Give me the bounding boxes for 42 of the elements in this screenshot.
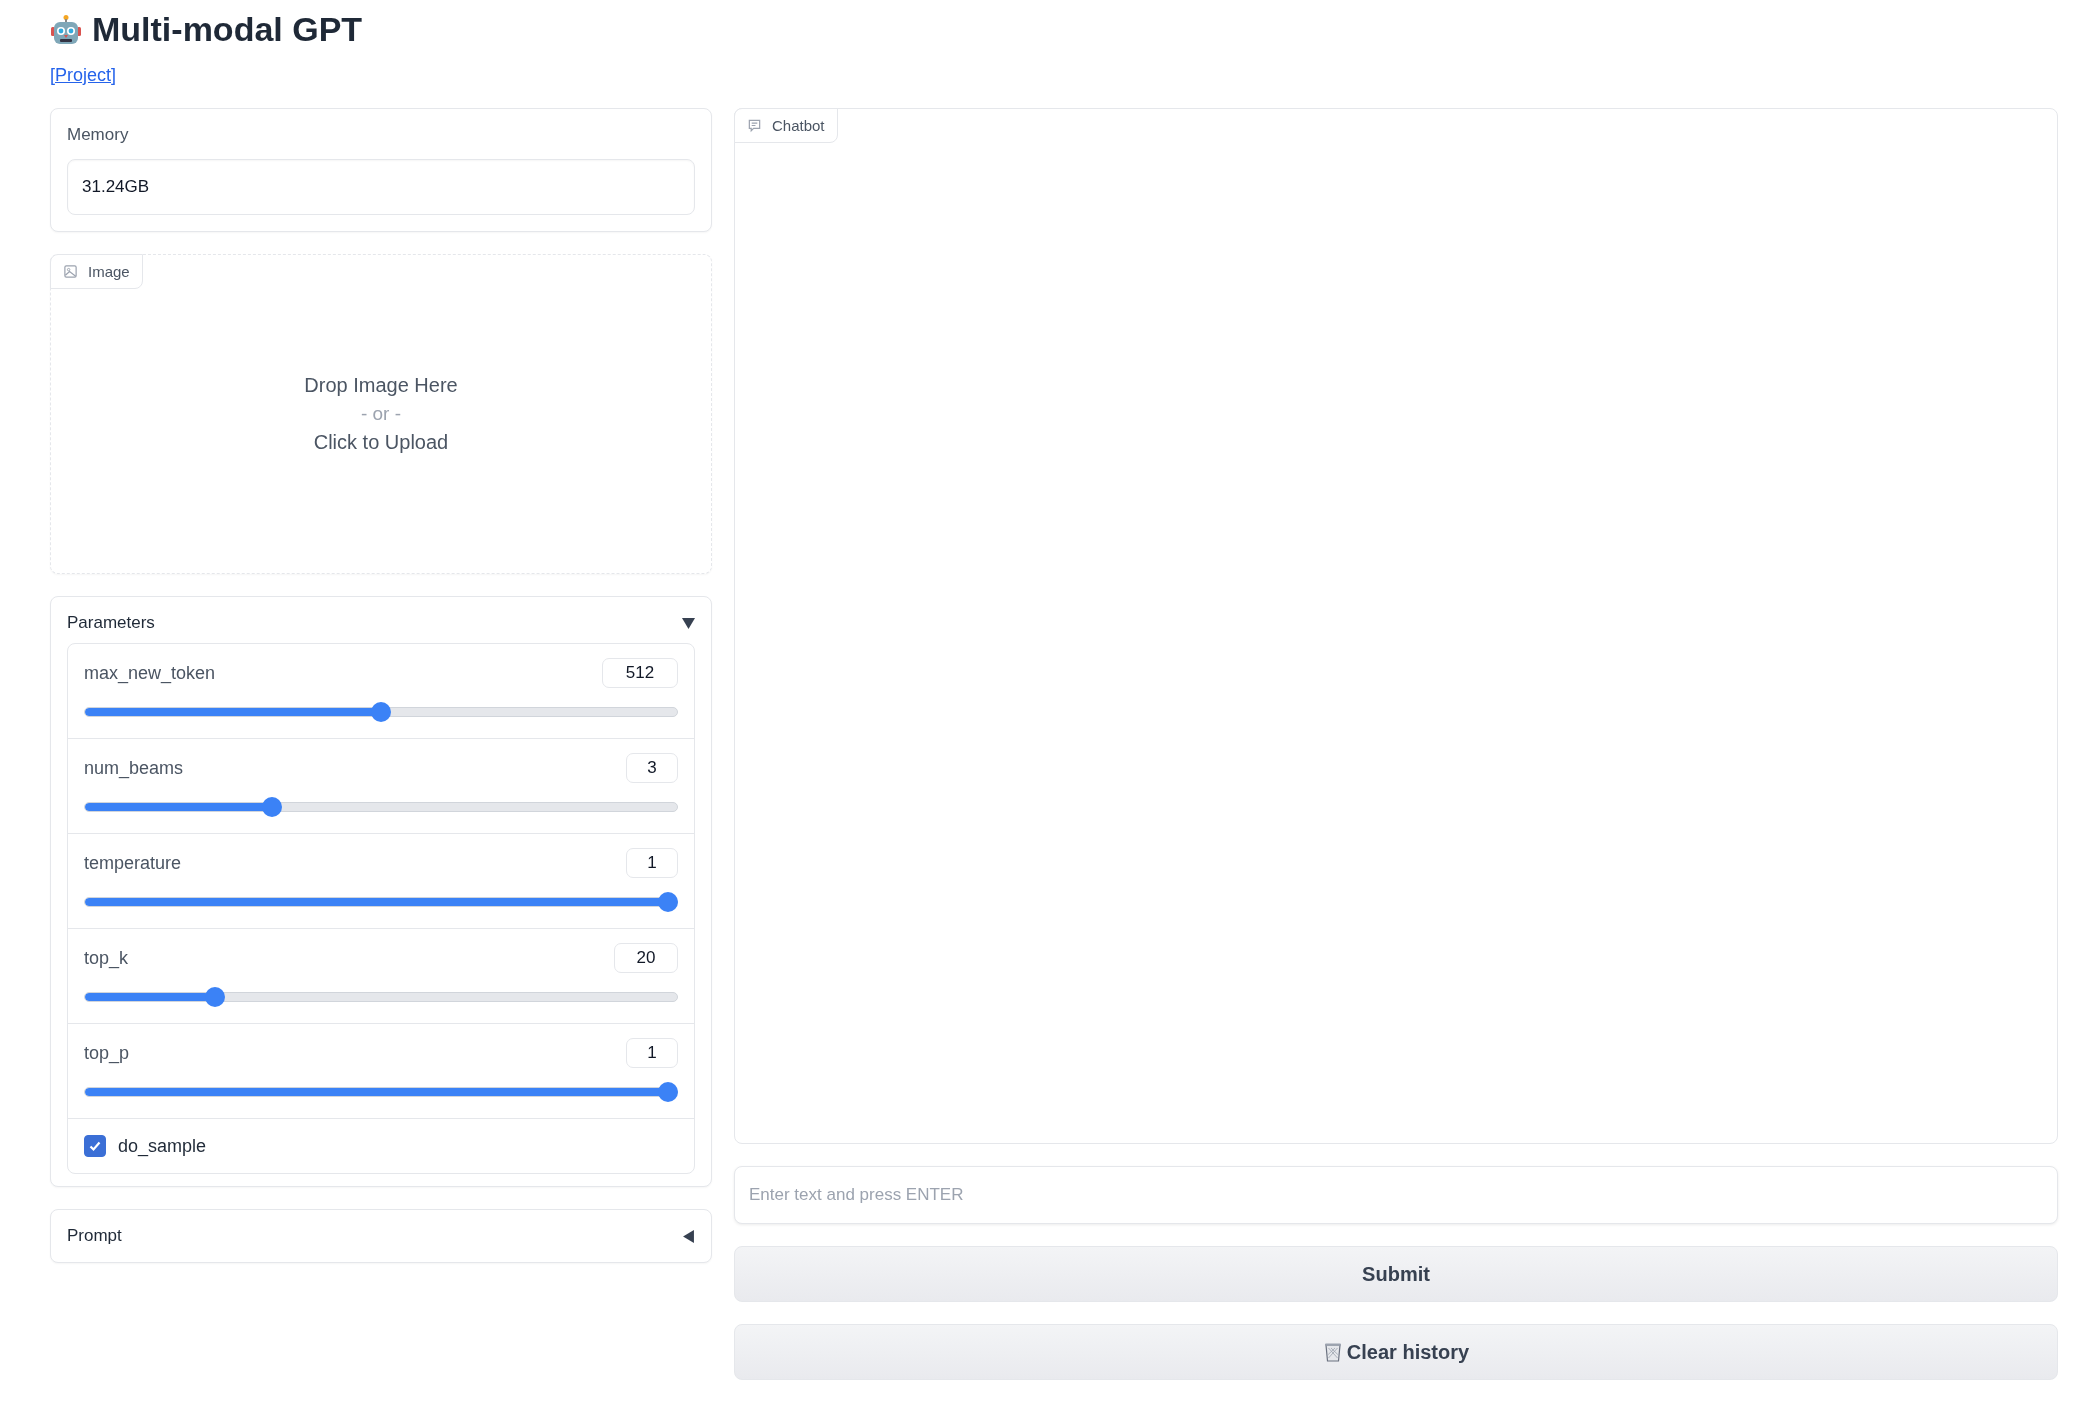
slider-label: top_k (84, 947, 129, 969)
slider[interactable] (84, 1082, 678, 1102)
project-link[interactable]: [Project] (50, 65, 117, 86)
checkbox[interactable] (84, 1135, 106, 1157)
slider-thumb[interactable] (658, 1082, 678, 1102)
image-tab: Image (50, 254, 143, 289)
prompt-toggle[interactable]: Prompt (50, 1209, 712, 1263)
message-input[interactable]: Enter text and press ENTER (734, 1166, 2058, 1224)
slider-thumb[interactable] (658, 892, 678, 912)
memory-label: Memory (67, 125, 130, 145)
number-field[interactable]: 1 (626, 848, 678, 878)
slider-label: top_p (84, 1042, 130, 1064)
chat-icon (747, 118, 762, 133)
slider-label: temperature (84, 852, 182, 874)
clear-history-button[interactable]: Clear history (734, 1324, 2058, 1380)
slider-label: num_beams (84, 757, 184, 779)
page-title: Multi-modal GPT (92, 10, 363, 49)
robot-icon (50, 13, 82, 46)
slider-thumb[interactable] (261, 797, 282, 817)
number-field[interactable]: 1 (626, 1038, 678, 1068)
slider-thumb[interactable] (371, 702, 391, 722)
trash-icon (1322, 1341, 1343, 1363)
slider[interactable] (84, 797, 678, 817)
number-field[interactable]: 20 (614, 943, 678, 973)
upload-text: Click to Upload (313, 431, 449, 454)
number-field[interactable]: 3 (626, 753, 678, 783)
caret-icon (682, 1229, 695, 1243)
caret-icon (682, 616, 695, 630)
image-upload-area[interactable]: Image Drop Image Here - or - Click to Upload (50, 254, 712, 574)
submit-button[interactable]: Submit (734, 1246, 2058, 1302)
slider[interactable] (84, 892, 678, 912)
checkbox-label: do_sample (118, 1135, 207, 1157)
image-icon (63, 264, 78, 279)
drop-text: Drop Image Here (304, 374, 458, 397)
parameters-toggle[interactable]: Parameters (51, 597, 711, 643)
slider[interactable] (84, 702, 678, 722)
or-text: - or - (360, 403, 402, 425)
slider-thumb[interactable] (204, 987, 225, 1007)
memory-field[interactable]: 31.24GB (67, 159, 695, 215)
slider[interactable] (84, 987, 678, 1007)
number-field[interactable]: 512 (602, 658, 678, 688)
slider-label: max_new_token (84, 662, 216, 684)
